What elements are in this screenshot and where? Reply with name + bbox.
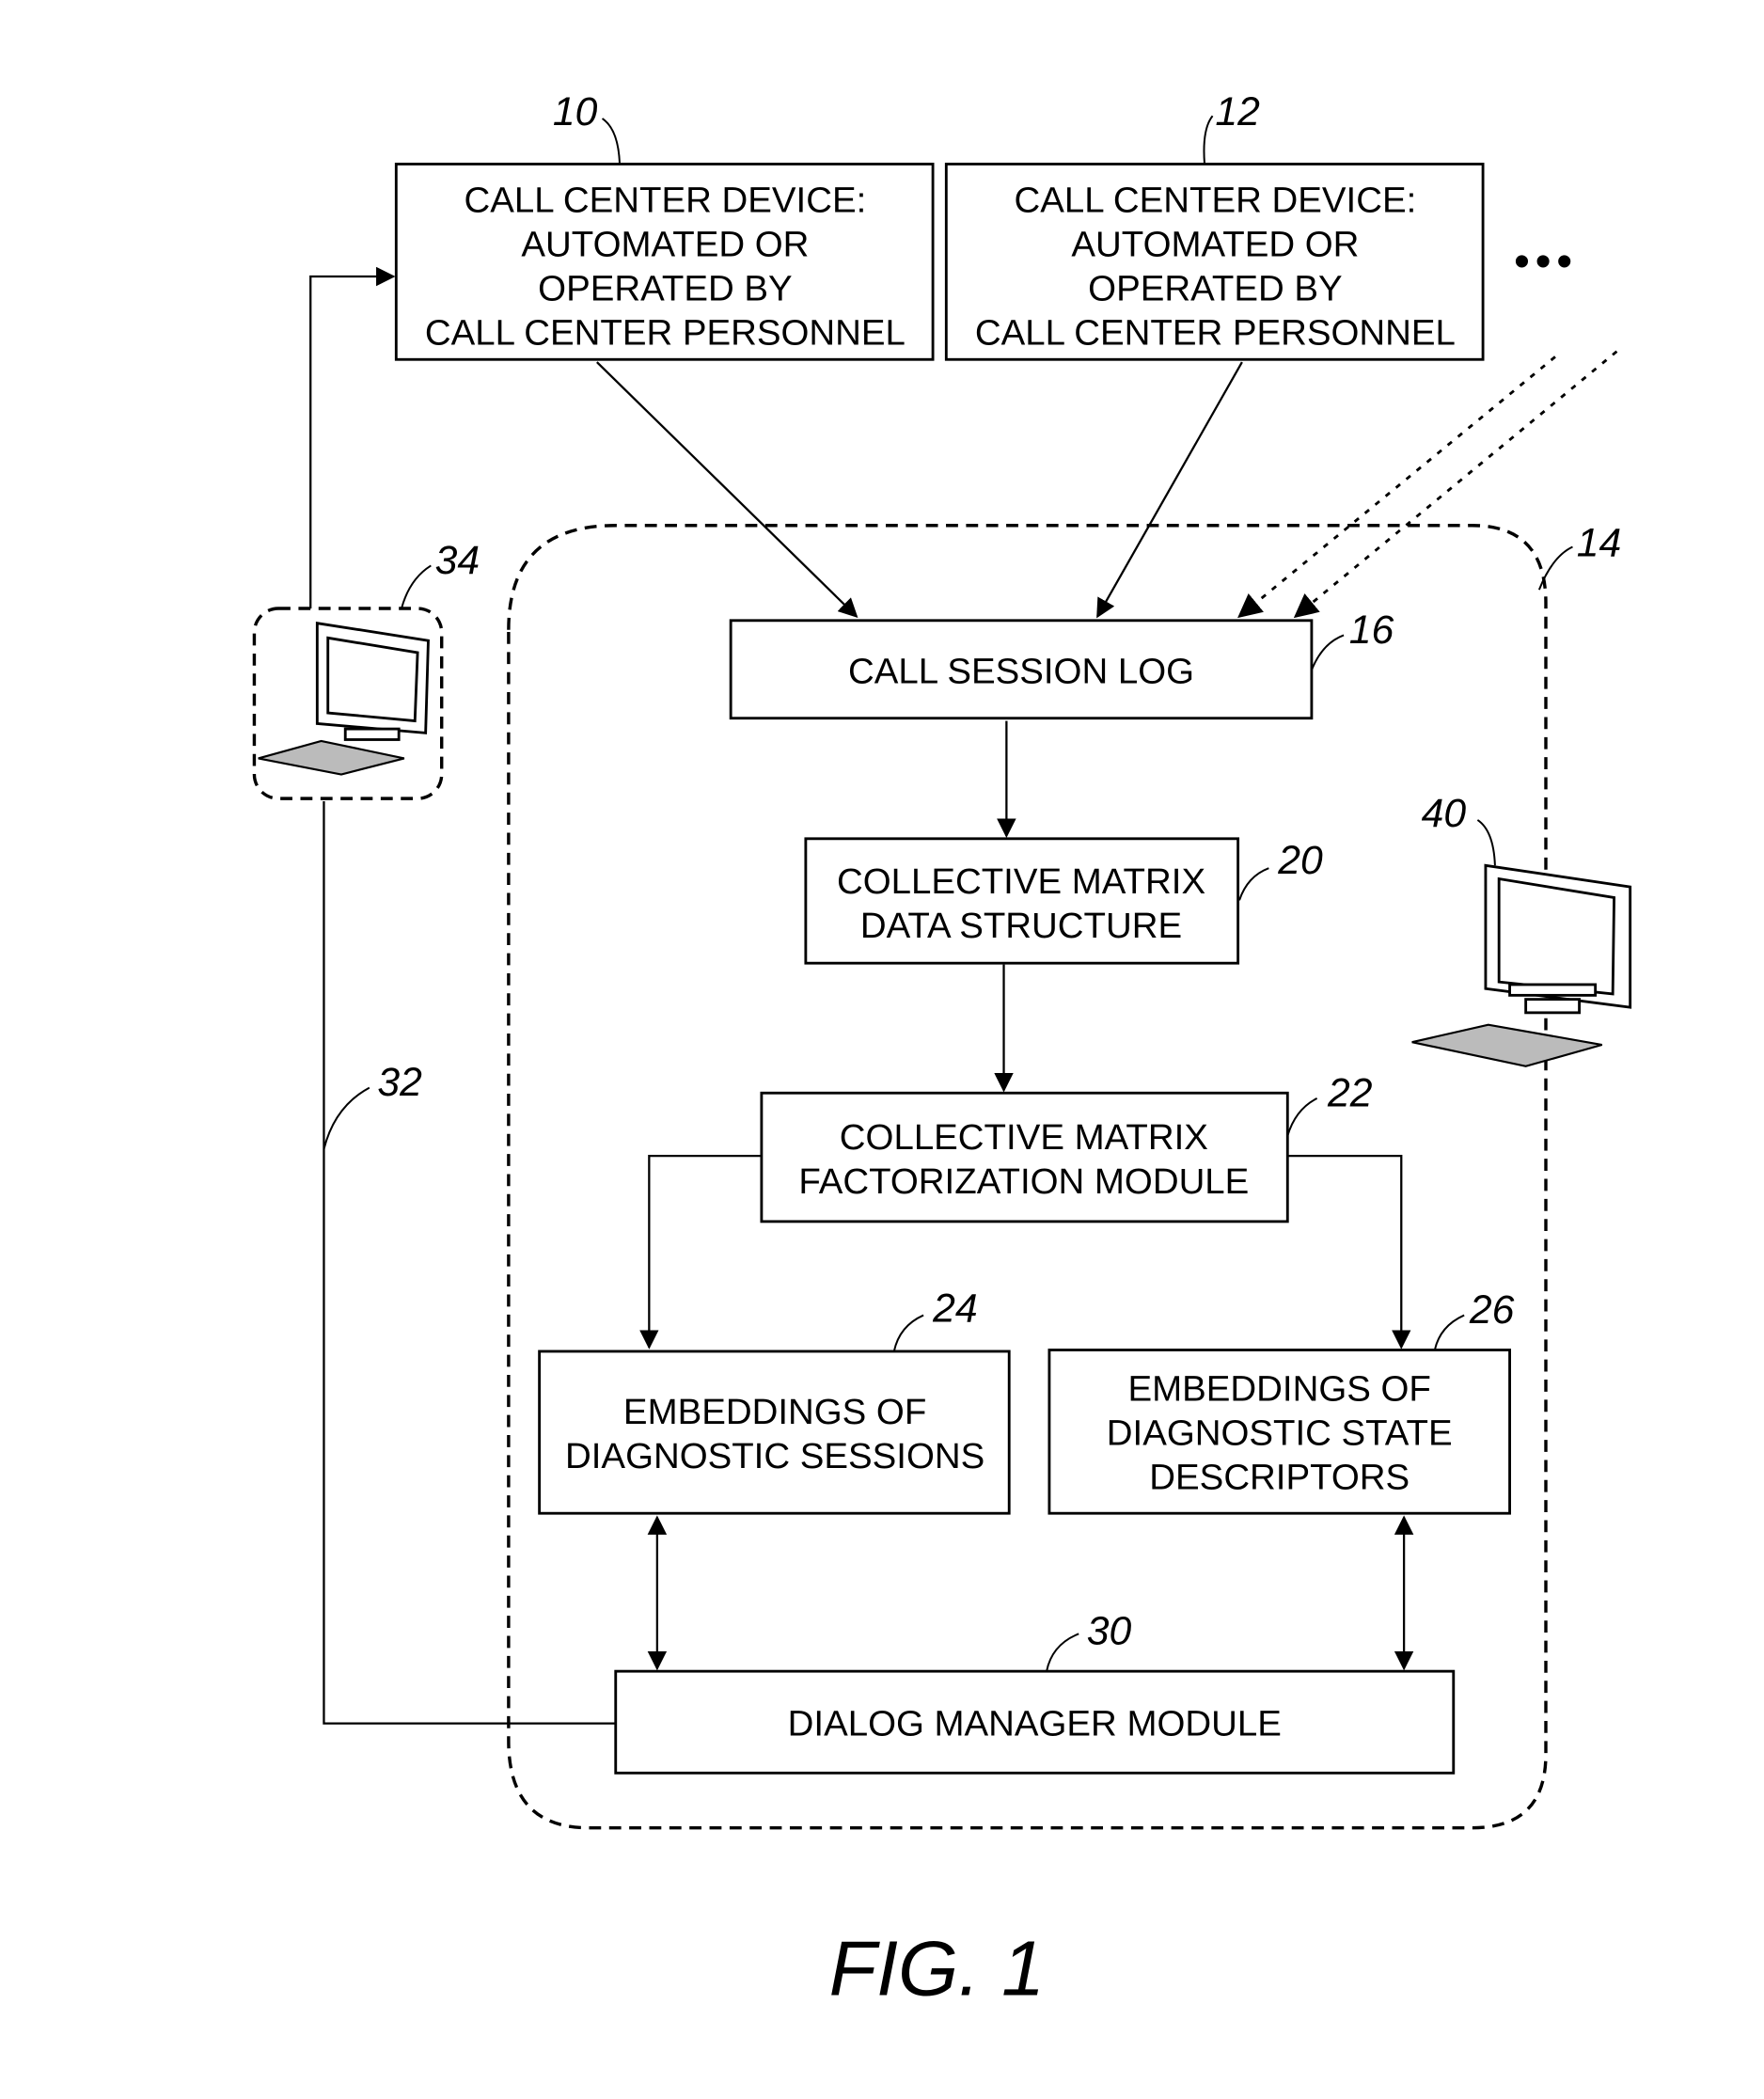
box-session-embeddings[interactable]: EMBEDDINGS OF DIAGNOSTIC SESSIONS [538,1349,1011,1515]
box-10-line-4: CALL CENTER PERSONNEL [425,313,906,354]
ref-30: 30 [1087,1609,1132,1654]
box-call-center-device-10[interactable]: CALL CENTER DEVICE: AUTOMATED OR OPERATE… [394,163,935,361]
ref-12: 12 [1215,89,1260,134]
box-12-line-2: AUTOMATED OR [1071,225,1359,265]
connection-34-to-10 [309,266,396,608]
box-20-line-1: COLLECTIVE MATRIX [837,861,1205,902]
ref-20: 20 [1277,838,1323,883]
box-10-line-2: AUTOMATED OR [521,225,809,265]
box-24-line-1: EMBEDDINGS OF [623,1392,926,1432]
box-call-session-log[interactable]: CALL SESSION LOG [729,619,1314,720]
leader-22 [1286,1097,1318,1137]
dotted-arrow-1 [1237,355,1556,619]
ref-26: 26 [1469,1287,1515,1333]
box-12-line-4: CALL CENTER PERSONNEL [975,313,1456,354]
leader-20 [1238,867,1269,901]
figure-caption: FIG. 1 [829,1926,1045,2012]
leader-24 [892,1314,924,1352]
box-12-line-3: OPERATED BY [1088,269,1342,309]
leader-34 [401,564,432,609]
more-devices-ellipsis: ••• [1514,236,1578,287]
dotted-arrow-2 [1293,350,1618,619]
box-22-line-1: COLLECTIVE MATRIX [840,1117,1208,1158]
arrow-12-to-16 [1096,361,1243,619]
box-10-line-3: OPERATED BY [538,269,792,309]
box-20-line-2: DATA STRUCTURE [860,906,1182,946]
ref-40: 40 [1422,791,1467,836]
arrow-22-to-26 [1287,1155,1411,1349]
leader-16 [1310,634,1345,671]
box-16-label: CALL SESSION LOG [848,652,1194,692]
box-dialog-manager[interactable]: DIALOG MANAGER MODULE [614,1669,1456,1775]
box-24-line-2: DIAGNOSTIC SESSIONS [565,1436,984,1476]
leader-12 [1203,115,1214,165]
box-26-line-2: DIAGNOSTIC STATE [1107,1413,1453,1454]
box-call-center-device-12[interactable]: CALL CENTER DEVICE: AUTOMATED OR OPERATE… [944,163,1485,361]
box-factorization-module[interactable]: COLLECTIVE MATRIX FACTORIZATION MODULE [760,1091,1289,1223]
connection-32 [323,800,616,1725]
box-collective-matrix-data-structure[interactable]: COLLECTIVE MATRIX DATA STRUCTURE [804,837,1240,965]
computer-icon [258,621,430,776]
box-30-label: DIALOG MANAGER MODULE [788,1703,1282,1744]
computer-icon [1411,863,1632,1067]
arrow-22-to-24 [639,1155,762,1349]
server-computer-40[interactable] [1411,863,1632,1067]
box-12-line-1: CALL CENTER DEVICE: [1015,181,1417,221]
arrow-10-to-16 [596,361,858,618]
leader-30 [1046,1633,1079,1672]
ref-32: 32 [377,1060,422,1105]
box-26-line-3: DESCRIPTORS [1149,1458,1410,1498]
box-state-embeddings[interactable]: EMBEDDINGS OF DIAGNOSTIC STATE DESCRIPTO… [1047,1349,1511,1515]
client-computer-34[interactable] [252,607,444,800]
box-26-line-1: EMBEDDINGS OF [1128,1369,1431,1410]
leader-32 [323,1086,370,1150]
ref-16: 16 [1349,608,1394,653]
box-22-line-2: FACTORIZATION MODULE [798,1161,1249,1202]
ref-14: 14 [1577,520,1621,565]
leader-10 [601,118,622,165]
leader-26 [1433,1314,1465,1350]
leader-40 [1476,819,1496,866]
ref-24: 24 [932,1286,977,1332]
patent-figure: 14 CALL CENTER DEVICE: AUTOMATED OR OPER… [252,89,1632,2012]
box-10-line-1: CALL CENTER DEVICE: [465,181,867,221]
ref-22: 22 [1327,1070,1373,1115]
ref-34: 34 [435,538,480,583]
ref-10: 10 [553,89,598,134]
